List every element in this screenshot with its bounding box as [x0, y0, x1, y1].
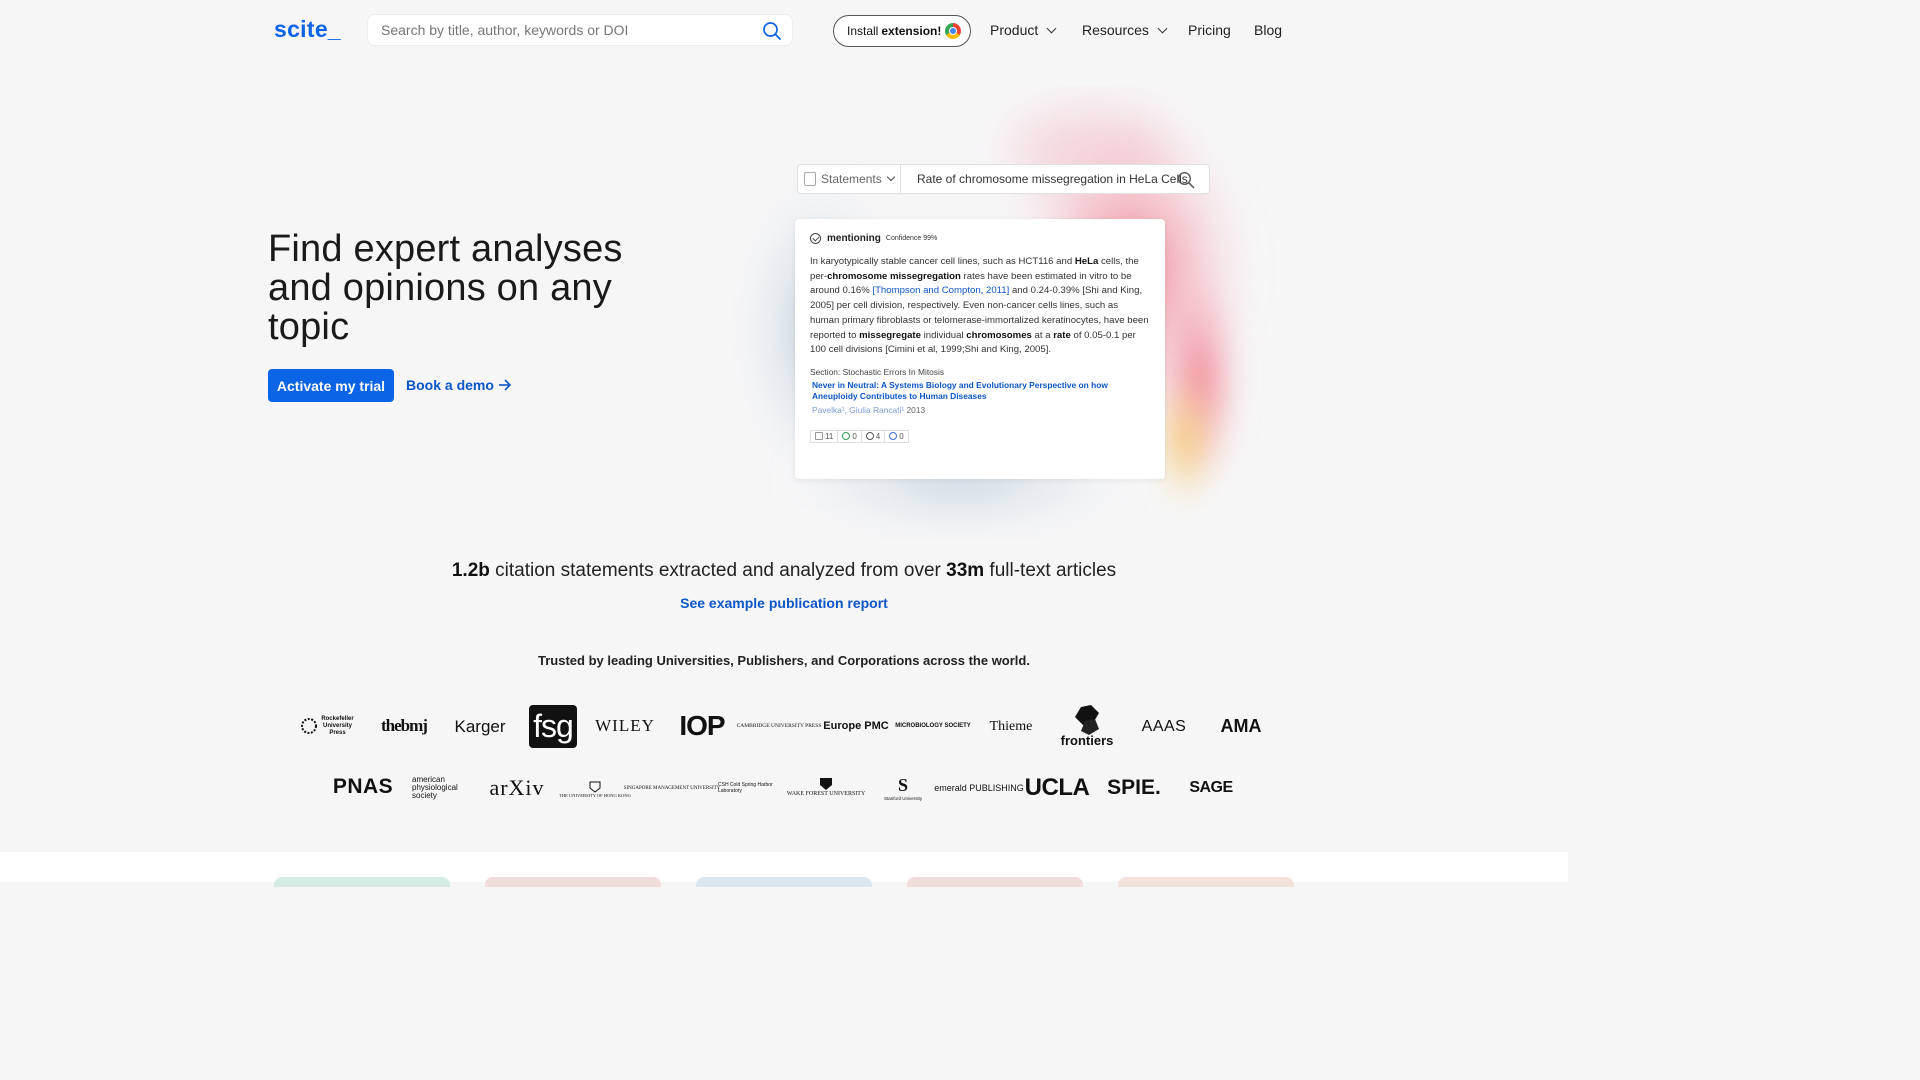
nav-product-label: Product	[990, 22, 1039, 38]
partner-logo: THE UNIVERSITY OF HONG KONG	[559, 776, 631, 802]
partner-logo: Europe PMC	[823, 720, 889, 732]
document-icon	[804, 172, 816, 186]
book-demo-link[interactable]: Book a demo	[406, 377, 512, 393]
partner-logo: AAAS	[1141, 718, 1187, 735]
install-label: Install	[847, 24, 879, 38]
example-report-link[interactable]: See example publication report	[0, 595, 1568, 611]
book-demo-label: Book a demo	[406, 377, 494, 393]
partner-logo: WAKE FOREST UNIVERSITY	[787, 772, 865, 802]
rockefeller-emblem-icon	[300, 718, 317, 734]
partner-logo: Karger	[454, 717, 506, 736]
statement-query-text: Rate of chromosome missegregation in HeL…	[917, 172, 1188, 186]
classification-header: mentioning Confidence 99%	[810, 233, 1150, 244]
statements-select-label: Statements	[821, 172, 882, 186]
badge-total: 11	[810, 429, 839, 443]
authors-text: Pavelka¹, Giulia Rancati¹	[812, 404, 905, 415]
nav-blog[interactable]: Blog	[1254, 22, 1282, 38]
citation-link[interactable]: [Thompson and Compton, 2011]	[872, 285, 1009, 296]
paper-authors: Pavelka¹, Giulia Rancati¹ 2013	[810, 405, 1150, 415]
site-header: scite_ Install extension! Product Resour…	[0, 0, 1568, 62]
chrome-icon	[945, 23, 962, 39]
frontiers-cube-icon	[1075, 704, 1099, 735]
chevron-down-icon	[1046, 23, 1057, 33]
feature-card-preview	[696, 877, 872, 887]
partner-logo: CSH Cold Spring Harbor Laboratory	[718, 782, 773, 794]
feature-card-preview	[1118, 877, 1294, 887]
partner-logo: arXiv	[489, 775, 545, 800]
partner-logo: Thieme	[989, 719, 1033, 734]
wake-forest-shield-icon	[820, 778, 832, 790]
paper-year: 2013	[906, 404, 926, 415]
feature-card-preview	[485, 877, 661, 887]
badge-supporting: 0	[838, 429, 862, 443]
partner-logo: american physiological society	[412, 775, 458, 800]
trusted-by-text: Trusted by leading Universities, Publish…	[538, 653, 1030, 668]
citation-snippet: In karyotypically stable cancer cell lin…	[810, 256, 1149, 356]
partner-logo: fsg	[529, 705, 577, 748]
partner-logo: Rockefeller University Press	[298, 712, 356, 740]
badge-mentioning: 4	[861, 429, 886, 443]
partner-logo: WILEY	[595, 716, 655, 735]
stanford-s-icon: S	[897, 775, 908, 795]
chevron-down-icon	[1157, 23, 1168, 33]
statements-select[interactable]: Statements	[797, 164, 901, 194]
feature-card-preview	[907, 877, 1083, 887]
feature-card-preview	[274, 877, 450, 887]
citation-statement-card: mentioning Confidence 99% In karyotypica…	[795, 219, 1165, 479]
search-icon[interactable]	[1177, 171, 1195, 189]
nav-resources-label: Resources	[1082, 22, 1149, 38]
search-icon[interactable]	[762, 21, 782, 41]
hero-title: Find expert analyses and opinions on any…	[268, 228, 623, 348]
scite-logo[interactable]: scite_	[274, 16, 341, 43]
chevron-down-icon	[886, 172, 895, 182]
partner-logo: PNAS	[332, 775, 394, 798]
hku-crest-icon	[589, 781, 601, 793]
search-bar	[367, 14, 793, 46]
partner-logo: frontiers	[1058, 702, 1116, 750]
stats-line: 1.2b citation statements extracted and a…	[451, 560, 1117, 581]
supporting-icon	[842, 432, 851, 441]
nav-pricing[interactable]: Pricing	[1188, 22, 1231, 38]
partner-logo: MICROBIOLOGY SOCIETY	[895, 723, 971, 729]
install-extension-button[interactable]: Install extension!	[833, 15, 971, 47]
partner-logo: IOP	[679, 710, 725, 741]
partner-logo: UCLA	[1024, 774, 1090, 801]
nav-resources[interactable]: Resources	[1082, 22, 1168, 38]
nav-product[interactable]: Product	[990, 22, 1057, 38]
partner-logo: S Stanford University	[883, 775, 922, 801]
install-label-bold: extension!	[881, 24, 942, 38]
section-label: Section: Stochastic Errors In Mitosis	[810, 366, 945, 377]
search-input[interactable]	[368, 15, 738, 45]
paper-title-link[interactable]: Never in Neutral: A Systems Biology and …	[810, 380, 1130, 403]
partner-logo: SINGAPORE MANAGEMENT UNIVERSITY	[623, 785, 721, 791]
partner-logo: SAGE	[1189, 779, 1233, 796]
contrasting-icon	[889, 432, 898, 441]
partner-logo: AMA	[1220, 715, 1262, 736]
partner-logo: SPIE.	[1107, 776, 1161, 799]
document-icon	[815, 432, 823, 441]
tally-badges: 11 0 4 0	[810, 429, 1150, 443]
confidence-label: Confidence 99%	[885, 235, 938, 242]
classification-label: mentioning	[827, 233, 881, 244]
partner-logo: thebmj	[381, 716, 428, 735]
statement-query-input[interactable]: Rate of chromosome missegregation in HeL…	[900, 164, 1210, 194]
mentioning-icon	[865, 432, 874, 441]
partner-logo: CAMBRIDGE UNIVERSITY PRESS	[736, 723, 822, 729]
check-circle-icon	[810, 233, 821, 244]
partner-logo: emerald PUBLISHING	[934, 783, 1024, 793]
badge-contrasting: 0	[885, 429, 909, 443]
activate-trial-button[interactable]: Activate my trial	[268, 369, 394, 402]
arrow-right-icon	[498, 379, 512, 391]
